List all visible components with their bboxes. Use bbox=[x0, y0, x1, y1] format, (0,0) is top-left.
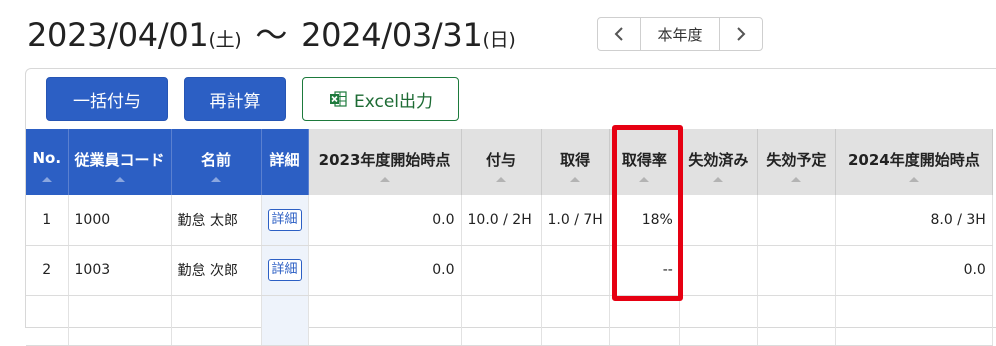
col-header-start-2023[interactable]: 2023年度開始時点 bbox=[308, 129, 462, 195]
cell-employee-code: 1000 bbox=[68, 195, 172, 246]
sort-icon bbox=[639, 177, 650, 182]
excel-export-button[interactable]: Excel出力 bbox=[302, 77, 459, 121]
cell-expired bbox=[679, 195, 758, 246]
bulk-grant-button[interactable]: 一括付与 bbox=[46, 77, 168, 121]
cell-name: 勤怠 太郎 bbox=[171, 195, 262, 246]
cell-start-2024: 8.0 / 3H bbox=[835, 195, 993, 246]
period-start-date: 2023/04/01 bbox=[27, 16, 209, 54]
prev-year-button[interactable] bbox=[598, 18, 640, 50]
sort-icon bbox=[713, 177, 724, 182]
cell-take-rate: 18% bbox=[609, 195, 680, 246]
cell-name: 勤怠 次郎 bbox=[171, 245, 262, 296]
cell-no: 1 bbox=[26, 195, 69, 246]
col-header-take-rate[interactable]: 取得率 bbox=[609, 129, 680, 195]
excel-export-label: Excel出力 bbox=[353, 91, 434, 112]
chevron-right-icon bbox=[737, 27, 746, 41]
sort-icon bbox=[379, 177, 390, 182]
chevron-left-icon bbox=[614, 27, 623, 41]
cell-expired bbox=[679, 245, 758, 296]
cell-start-2024: 0.0 bbox=[835, 245, 993, 296]
col-header-expired[interactable]: 失効済み bbox=[679, 129, 758, 195]
period-end-weekday: (日) bbox=[482, 29, 516, 51]
cell-employee-code: 1003 bbox=[68, 245, 172, 296]
sort-icon bbox=[114, 177, 125, 182]
sort-icon bbox=[211, 177, 221, 182]
sort-icon bbox=[496, 177, 507, 182]
table-row bbox=[26, 295, 993, 346]
sort-icon bbox=[791, 177, 802, 182]
period-start-weekday: (土) bbox=[208, 29, 242, 51]
current-year-button[interactable]: 本年度 bbox=[640, 18, 720, 50]
cell-to-expire bbox=[757, 195, 836, 246]
sort-icon bbox=[570, 177, 581, 182]
col-header-start-2024[interactable]: 2024年度開始時点 bbox=[835, 129, 993, 195]
cell-to-expire bbox=[757, 245, 836, 296]
table-row: 2 1003 勤怠 次郎 詳細 0.0 -- 0.0 bbox=[26, 245, 993, 296]
sort-icon bbox=[41, 177, 52, 182]
col-header-granted[interactable]: 付与 bbox=[461, 129, 542, 195]
sort-icon bbox=[908, 177, 919, 182]
detail-button[interactable]: 詳細 bbox=[267, 259, 302, 281]
period-range: 2023/04/01 (土) 〜 2024/03/31 (日) bbox=[27, 10, 516, 54]
col-header-detail: 詳細 bbox=[261, 129, 309, 195]
cell-granted bbox=[461, 245, 542, 296]
table-row: 1 1000 勤怠 太郎 詳細 0.0 10.0 / 2H 1.0 / 7H 1… bbox=[26, 195, 993, 246]
cell-start-2023: 0.0 bbox=[308, 245, 462, 296]
detail-button[interactable]: 詳細 bbox=[267, 208, 302, 231]
col-header-name[interactable]: 名前 bbox=[171, 129, 262, 195]
period-end-date: 2024/03/31 bbox=[301, 16, 483, 54]
fiscal-year-nav: 本年度 bbox=[597, 17, 763, 51]
cell-detail: 詳細 bbox=[261, 245, 309, 296]
leave-table: No. 従業員コード 名前 詳細 2023年度開始時点 付与 取得 取得率 失効… bbox=[26, 129, 993, 346]
recalculate-button[interactable]: 再計算 bbox=[184, 77, 286, 121]
cell-granted: 10.0 / 2H bbox=[461, 195, 542, 246]
col-header-taken[interactable]: 取得 bbox=[541, 129, 610, 195]
col-header-to-expire[interactable]: 失効予定 bbox=[757, 129, 836, 195]
next-year-button[interactable] bbox=[720, 18, 762, 50]
period-separator: 〜 bbox=[255, 16, 288, 54]
cell-taken: 1.0 / 7H bbox=[541, 195, 610, 246]
cell-taken bbox=[541, 245, 610, 296]
col-header-no[interactable]: No. bbox=[26, 129, 69, 195]
col-header-employee-code[interactable]: 従業員コード bbox=[68, 129, 172, 195]
excel-icon bbox=[329, 91, 347, 107]
cell-start-2023: 0.0 bbox=[308, 195, 462, 246]
cell-no: 2 bbox=[26, 245, 69, 296]
cell-take-rate: -- bbox=[609, 245, 680, 296]
cell-detail: 詳細 bbox=[261, 195, 309, 246]
